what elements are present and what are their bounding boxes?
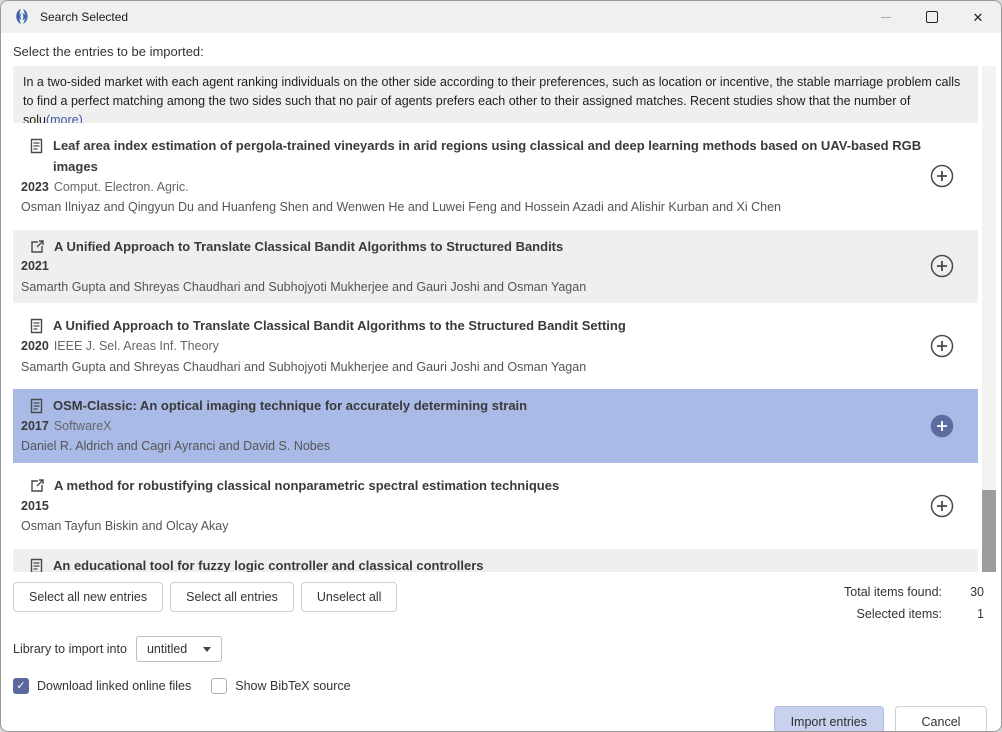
search-selected-dialog: Search Selected ✕ Select the entries to … <box>0 0 1002 732</box>
abstract-preview: In a two-sided market with each agent ra… <box>13 66 978 123</box>
entry-row[interactable]: An educational tool for fuzzy logic cont… <box>13 549 978 572</box>
add-entry-button[interactable] <box>928 412 956 440</box>
library-select[interactable]: untitled <box>136 636 222 662</box>
entry-journal: IEEE J. Sel. Areas Inf. Theory <box>54 339 219 353</box>
select-all-entries-button[interactable]: Select all entries <box>170 582 294 612</box>
show-bibtex-source-label: Show BibTeX source <box>235 679 350 693</box>
library-row: Library to import into untitled <box>13 636 989 662</box>
circle-plus-icon <box>928 412 956 440</box>
circle-plus-icon <box>928 332 956 360</box>
total-items-label: Total items found: <box>844 585 942 599</box>
entry-year: 2015 <box>21 499 49 513</box>
unselect-all-button[interactable]: Unselect all <box>301 582 398 612</box>
entry-year: 2020 <box>21 339 49 353</box>
unchecked-checkbox-icon[interactable] <box>211 678 227 694</box>
entry-title: An educational tool for fuzzy logic cont… <box>53 556 484 572</box>
show-bibtex-source-option[interactable]: Show BibTeX source <box>211 678 350 694</box>
article-icon <box>30 318 43 334</box>
chevron-down-icon <box>203 647 211 652</box>
total-items-value: 30 <box>952 585 984 599</box>
select-all-new-entries-button[interactable]: Select all new entries <box>13 582 163 612</box>
entry-journal: SoftwareX <box>54 419 112 433</box>
entries-list: Leaf area index estimation of pergola-tr… <box>13 129 978 572</box>
entry-row[interactable]: A Unified Approach to Translate Classica… <box>13 309 978 383</box>
entry-title: Leaf area index estimation of pergola-tr… <box>53 136 928 178</box>
entry-journal: Comput. Electron. Agric. <box>54 180 189 194</box>
external-link-icon <box>30 239 44 254</box>
circle-plus-icon <box>928 252 956 280</box>
entry-year: 2017 <box>21 419 49 433</box>
jabref-logo-icon <box>12 8 32 26</box>
checked-checkbox-icon[interactable] <box>13 678 29 694</box>
selected-items-value: 1 <box>952 607 984 621</box>
library-label: Library to import into <box>13 642 127 656</box>
dialog-footer: Import entries Cancel <box>1 694 1001 732</box>
circle-plus-icon <box>928 492 956 520</box>
minimize-icon <box>881 17 891 18</box>
window-controls: ✕ <box>863 1 1001 33</box>
more-link[interactable]: (more) <box>46 113 83 124</box>
window-title: Search Selected <box>40 10 128 24</box>
scrollbar-thumb[interactable] <box>982 490 996 572</box>
close-icon: ✕ <box>973 11 984 24</box>
entry-year: 2021 <box>21 259 49 273</box>
entry-authors: Daniel R. Aldrich and Cagri Ayranci and … <box>21 438 928 456</box>
vertical-scrollbar[interactable] <box>982 66 996 572</box>
add-entry-button[interactable] <box>928 162 956 190</box>
selected-items-label: Selected items: <box>844 607 942 621</box>
entry-title: A Unified Approach to Translate Classica… <box>54 237 563 258</box>
download-linked-files-label: Download linked online files <box>37 679 191 693</box>
selection-actions-row: Select all new entries Select all entrie… <box>13 582 989 621</box>
article-icon <box>30 398 43 414</box>
instruction-text: Select the entries to be imported: <box>13 44 989 59</box>
entry-title: A method for robustifying classical nonp… <box>54 476 559 497</box>
entry-authors: Osman Ilniyaz and Qingyun Du and Huanfen… <box>21 199 928 217</box>
entry-title: A Unified Approach to Translate Classica… <box>53 316 626 337</box>
results-scroll-area: In a two-sided market with each agent ra… <box>13 66 1001 572</box>
close-button[interactable]: ✕ <box>955 1 1001 33</box>
entry-title: OSM-Classic: An optical imaging techniqu… <box>53 396 527 417</box>
result-stats: Total items found: 30 Selected items: 1 <box>844 585 984 621</box>
maximize-icon <box>926 11 938 23</box>
maximize-button[interactable] <box>909 1 955 33</box>
circle-plus-icon <box>928 162 956 190</box>
add-entry-button[interactable] <box>928 492 956 520</box>
entry-authors: Osman Tayfun Biskin and Olcay Akay <box>21 518 928 536</box>
add-entry-button[interactable] <box>928 252 956 280</box>
minimize-button[interactable] <box>863 1 909 33</box>
library-selected-value: untitled <box>147 642 187 656</box>
cancel-button[interactable]: Cancel <box>895 706 987 732</box>
article-icon <box>30 138 43 154</box>
article-icon <box>30 558 43 572</box>
import-entries-button[interactable]: Import entries <box>774 706 884 732</box>
entry-row[interactable]: Leaf area index estimation of pergola-tr… <box>13 129 978 224</box>
entry-row[interactable]: A method for robustifying classical nonp… <box>13 469 978 543</box>
add-entry-button[interactable] <box>928 332 956 360</box>
entry-row[interactable]: OSM-Classic: An optical imaging techniqu… <box>13 389 978 463</box>
entry-authors: Samarth Gupta and Shreyas Chaudhari and … <box>21 359 928 377</box>
abstract-text: In a two-sided market with each agent ra… <box>23 75 960 123</box>
titlebar: Search Selected ✕ <box>1 1 1001 33</box>
external-link-icon <box>30 478 44 493</box>
options-row: Download linked online files Show BibTeX… <box>13 678 989 694</box>
download-linked-files-option[interactable]: Download linked online files <box>13 678 191 694</box>
entry-row[interactable]: A Unified Approach to Translate Classica… <box>13 230 978 304</box>
entry-year: 2023 <box>21 180 49 194</box>
entry-authors: Samarth Gupta and Shreyas Chaudhari and … <box>21 279 928 297</box>
